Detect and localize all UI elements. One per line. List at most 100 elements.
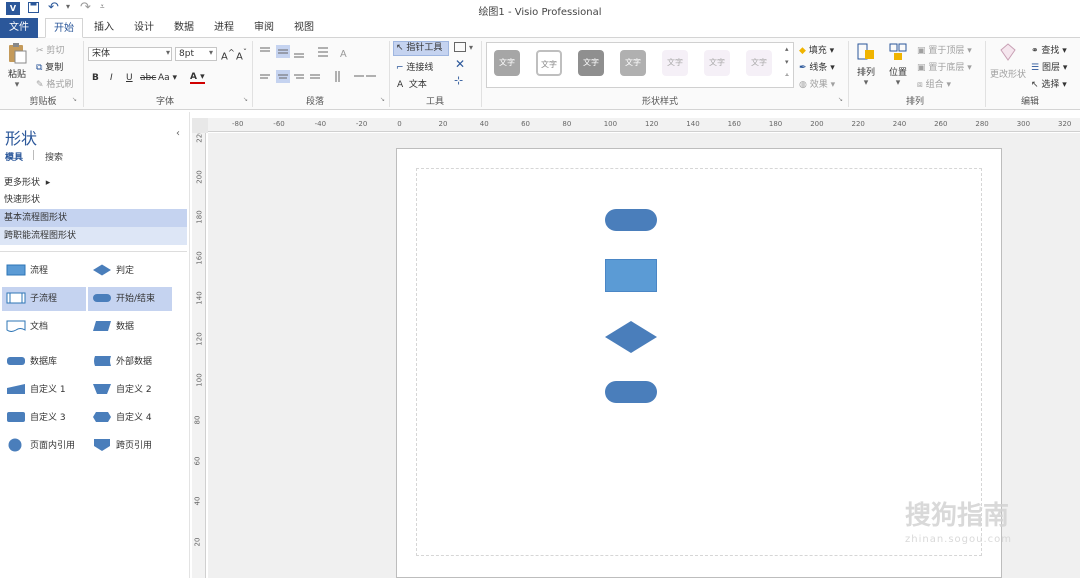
fill-button[interactable]: ◆ 填充 ▾ [799, 43, 834, 56]
ruler-tick-label: 140 [195, 291, 204, 306]
font-color-button[interactable]: A ▾ [190, 72, 205, 84]
shape-custom-1[interactable]: 自定义 1 [2, 378, 84, 402]
save-icon[interactable] [28, 2, 39, 16]
bold-button[interactable]: B [92, 73, 99, 83]
ribbon-tabs: 文件 开始 插入 设计 数据 进程 审阅 视图 [0, 18, 1080, 38]
stencil-cross-functional[interactable]: 跨职能流程图形状 [0, 227, 187, 245]
italic-button[interactable]: I [110, 73, 113, 83]
shrink-font-button[interactable]: Aˇ [236, 47, 247, 62]
style-sample[interactable]: 文字 [494, 50, 520, 76]
title-bar: 绘图1 - Visio Professional V ↶ ▾ ↷ ⩡ [0, 0, 1080, 18]
tab-insert[interactable]: 插入 [86, 18, 122, 38]
cut-button[interactable]: ✂ 剪切 [36, 43, 64, 56]
quick-shapes-item[interactable]: 快速形状 [0, 191, 187, 209]
text-tool-button[interactable]: A 文本 [397, 77, 427, 90]
tab-stencils[interactable]: 模具 [5, 150, 23, 163]
change-case-button[interactable]: Aa ▾ [158, 73, 177, 83]
ruler-tick-label: 320 [1058, 120, 1072, 128]
customize-icon[interactable]: ⩡ [100, 2, 105, 12]
shape-external-data[interactable]: 外部数据 [88, 350, 170, 374]
shape-database[interactable]: 数据库 [2, 350, 84, 374]
shape-start-end[interactable]: 开始/结束 [88, 287, 172, 311]
decision-shape[interactable] [604, 320, 658, 354]
subprocess-icon [6, 292, 26, 304]
launcher-icon[interactable]: ↘ [72, 96, 77, 103]
style-sample[interactable]: 文字 [662, 50, 688, 76]
style-sample[interactable]: 文字 [620, 50, 646, 76]
shape-subprocess[interactable]: 子流程 [2, 287, 86, 311]
gallery-scroll[interactable]: ▴ ▾ ⩡ [785, 43, 789, 82]
pointer-icon: ↖ [396, 43, 407, 53]
process-shape[interactable] [605, 259, 657, 292]
shape-custom-3[interactable]: 自定义 3 [2, 406, 84, 430]
arrange-button[interactable]: 排列 ▾ [854, 42, 878, 88]
ruler-tick-label: 260 [934, 120, 948, 128]
position-button[interactable]: 位置 ▾ [885, 42, 911, 88]
send-back-button[interactable]: ▣ 置于底层 ▾ [917, 60, 972, 73]
layers-button[interactable]: ☰ 图层 ▾ [1031, 60, 1067, 73]
line-label: 线条 [809, 63, 828, 73]
style-sample[interactable]: 文字 [536, 50, 562, 76]
binoculars-icon: ⚭ [1031, 46, 1039, 56]
style-sample[interactable]: 文字 [578, 50, 604, 76]
shape-data[interactable]: 数据 [88, 315, 170, 339]
underline-button[interactable]: U [126, 73, 133, 83]
copy-button[interactable]: ⧉ 复制 [36, 60, 63, 73]
shape-process[interactable]: 流程 [2, 259, 84, 283]
close-icon[interactable]: ✕ [455, 57, 465, 71]
fill-icon: ◆ [799, 46, 806, 56]
change-shape-button[interactable]: 更改形状 [989, 42, 1027, 80]
start-end-shape[interactable] [605, 381, 657, 403]
chevron-down-icon: ▾ [863, 78, 869, 88]
group-shape-styles-label: 形状样式 [641, 97, 678, 107]
tab-process[interactable]: 进程 [206, 18, 242, 38]
style-sample[interactable]: 文字 [704, 50, 730, 76]
format-painter-label: 格式刷 [46, 80, 74, 90]
fill-label: 填充 [808, 46, 827, 56]
bring-front-button[interactable]: ▣ 置于顶层 ▾ [917, 43, 972, 56]
grow-font-button[interactable]: A^ [221, 47, 235, 62]
strikethrough-button[interactable]: abc [140, 73, 156, 83]
group-button[interactable]: ⧈ 组合 ▾ [917, 77, 951, 90]
effects-button[interactable]: ◍ 效果 ▾ [799, 77, 835, 90]
custom-1-icon [7, 384, 25, 394]
connection-point-icon[interactable]: ⊹ [454, 74, 463, 87]
connector-button[interactable]: ⌐ 连接线 [396, 60, 433, 73]
tab-design[interactable]: 设计 [126, 18, 162, 38]
tab-file[interactable]: 文件 [0, 18, 38, 38]
shape-document[interactable]: 文档 [2, 315, 84, 339]
ruler-tick-label: 160 [195, 251, 204, 265]
collapse-icon[interactable]: ‹ [176, 128, 180, 139]
tab-review[interactable]: 审阅 [246, 18, 282, 38]
select-button[interactable]: ↖ 选择 ▾ [1031, 77, 1067, 90]
style-sample[interactable]: 文字 [746, 50, 772, 76]
tab-data[interactable]: 数据 [166, 18, 202, 38]
shape-custom-2[interactable]: 自定义 2 [88, 378, 170, 402]
tab-view[interactable]: 视图 [286, 18, 322, 38]
launcher-icon[interactable]: ↘ [243, 96, 248, 103]
format-painter-button[interactable]: ✎ 格式刷 [36, 77, 73, 90]
shape-off-page-reference[interactable]: 跨页引用 [88, 434, 170, 458]
stencil-basic-flowchart[interactable]: 基本流程图形状 [0, 209, 187, 227]
copy-icon: ⧉ [36, 63, 46, 73]
font-family-select[interactable]: 宋体 [88, 47, 172, 61]
dropdown-icon[interactable]: ▾ [66, 2, 70, 11]
shape-on-page-reference[interactable]: 页面内引用 [2, 434, 84, 458]
start-end-shape[interactable] [605, 209, 657, 231]
more-shapes-item[interactable]: 更多形状 ▸ [0, 174, 187, 192]
shape-decision[interactable]: 判定 [88, 259, 170, 283]
launcher-icon[interactable]: ↘ [380, 96, 385, 103]
paste-button[interactable]: 粘贴 ▾ [6, 42, 28, 90]
divider [389, 41, 390, 107]
tab-home[interactable]: 开始 [45, 18, 83, 38]
shape-label: 页面内引用 [30, 441, 76, 451]
find-button[interactable]: ⚭ 查找 ▾ [1031, 43, 1067, 56]
line-button[interactable]: ✒ 线条 ▾ [799, 60, 835, 73]
redo-icon[interactable]: ↷ [80, 0, 91, 15]
shape-custom-4[interactable]: 自定义 4 [88, 406, 170, 430]
rectangle-icon[interactable] [454, 42, 466, 52]
tab-search[interactable]: 搜索 [45, 150, 63, 163]
undo-icon[interactable]: ↶ [48, 0, 59, 15]
pointer-tool-button[interactable]: ↖ 指针工具 [393, 41, 449, 56]
launcher-icon[interactable]: ↘ [838, 96, 843, 103]
